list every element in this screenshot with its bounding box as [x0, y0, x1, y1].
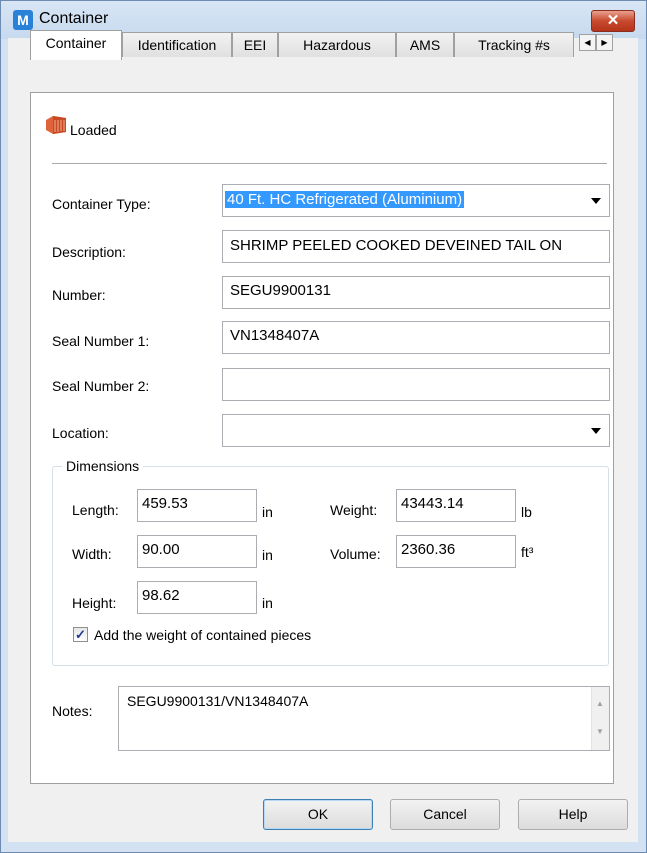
number-label: Number: [52, 287, 106, 303]
add-weight-checkbox[interactable]: ✓ [73, 627, 88, 642]
length-label: Length: [72, 502, 119, 518]
seal-number-2-label: Seal Number 2: [52, 378, 150, 394]
seal-number-2-input[interactable] [222, 368, 610, 401]
location-label: Location: [52, 425, 109, 441]
weight-input[interactable]: 43443.14 [396, 489, 516, 522]
width-unit: in [262, 547, 273, 563]
loaded-status-label: Loaded [70, 122, 117, 138]
seal-number-1-label: Seal Number 1: [52, 333, 150, 349]
width-input[interactable]: 90.00 [137, 535, 257, 568]
description-label: Description: [52, 244, 126, 260]
tab-hazardous[interactable]: Hazardous [278, 32, 396, 57]
container-type-label: Container Type: [52, 196, 151, 212]
length-input[interactable]: 459.53 [137, 489, 257, 522]
tab-scroll-left-button[interactable]: ◀ [579, 34, 596, 51]
tab-eei[interactable]: EEI [232, 32, 278, 57]
length-unit: in [262, 504, 273, 520]
help-button[interactable]: Help [518, 799, 628, 830]
add-weight-label[interactable]: Add the weight of contained pieces [94, 627, 311, 643]
width-label: Width: [72, 546, 112, 562]
tab-scroll-right-button[interactable]: ▶ [596, 34, 613, 51]
notes-textarea[interactable]: SEGU9900131/VN1348407A ▲ ▼ [118, 686, 610, 751]
chevron-down-icon [591, 198, 601, 204]
location-select[interactable] [222, 414, 610, 447]
scroll-up-icon[interactable]: ▲ [596, 699, 604, 708]
height-input[interactable]: 98.62 [137, 581, 257, 614]
weight-unit: lb [521, 504, 532, 520]
volume-label: Volume: [330, 546, 381, 562]
notes-text: SEGU9900131/VN1348407A [127, 693, 309, 709]
notes-label: Notes: [52, 703, 93, 719]
notes-scrollbar[interactable]: ▲ ▼ [591, 687, 609, 750]
container-type-select[interactable]: 40 Ft. HC Refrigerated (Aluminium) [222, 184, 610, 217]
separator [52, 163, 607, 164]
container-type-value: 40 Ft. HC Refrigerated (Aluminium) [225, 191, 465, 208]
height-label: Height: [72, 595, 117, 611]
close-button[interactable]: ✕ [591, 10, 635, 32]
tab-ams[interactable]: AMS [396, 32, 454, 57]
window-title: Container [39, 10, 109, 27]
chevron-down-icon [591, 428, 601, 434]
scroll-down-icon[interactable]: ▼ [596, 727, 604, 736]
weight-label: Weight: [330, 502, 378, 518]
tab-container[interactable]: Container [30, 30, 122, 60]
seal-number-1-input[interactable]: VN1348407A [222, 321, 610, 354]
description-input[interactable]: SHRIMP PEELED COOKED DEVEINED TAIL ON [222, 230, 610, 263]
container-icon [46, 116, 66, 134]
number-input[interactable]: SEGU9900131 [222, 276, 610, 309]
volume-input[interactable]: 2360.36 [396, 535, 516, 568]
cancel-button[interactable]: Cancel [390, 799, 500, 830]
tab-identification[interactable]: Identification [122, 32, 232, 57]
height-unit: in [262, 595, 273, 611]
dimensions-title: Dimensions [62, 458, 144, 474]
volume-unit: ft³ [521, 544, 534, 560]
ok-button[interactable]: OK [263, 799, 373, 830]
tab-tracking[interactable]: Tracking #s [454, 32, 574, 57]
app-logo-icon: M [13, 10, 33, 30]
